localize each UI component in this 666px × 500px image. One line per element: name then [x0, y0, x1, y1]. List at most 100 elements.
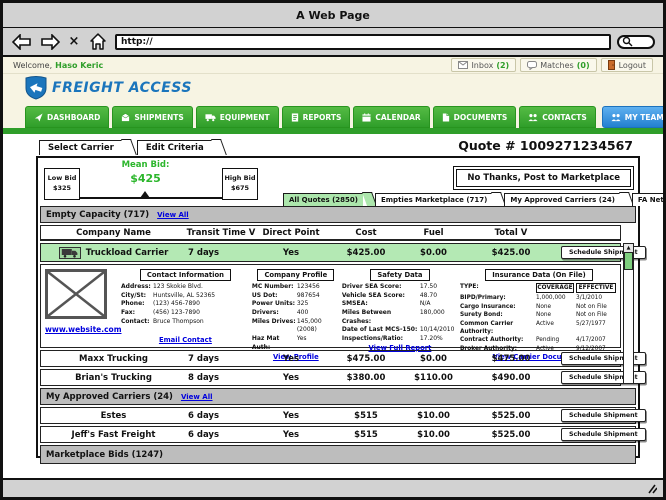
welcome-text: Welcome, — [13, 61, 52, 70]
inbox-button[interactable]: Inbox (2) — [451, 58, 516, 72]
mean-bid-label: Mean Bid: — [108, 160, 183, 170]
matches-count: (0) — [577, 61, 590, 70]
truck-icon — [59, 247, 81, 259]
insurance-label: Common Carrier Authority: — [460, 320, 536, 337]
post-to-marketplace-button[interactable]: No Thanks, Post to Marketplace — [453, 166, 634, 190]
nav-calendar[interactable]: CALENDAR — [353, 106, 429, 128]
quote-filter-tabs: All Quotes (2850) Empties Marketplace (7… — [283, 193, 666, 206]
insurance-coverage: 1,000,000 — [536, 294, 576, 302]
insurance-label: Contract Authority: — [460, 336, 536, 344]
carrier-cost: $380.00 — [326, 373, 406, 383]
low-bid-box: Low Bid $325 — [44, 168, 80, 200]
schedule-shipment-button[interactable]: Schedule Shipment — [561, 428, 646, 441]
col-fuel[interactable]: Fuel — [406, 228, 461, 238]
carrier-transit: 7 days — [186, 354, 256, 364]
tab-empties-marketplace[interactable]: Empties Marketplace (717) — [375, 193, 492, 206]
nav-my-team[interactable]: MY TEAM — [602, 106, 666, 128]
nav-contacts[interactable]: CONTACTS — [519, 106, 596, 128]
carrier-total: $475.00 — [461, 354, 561, 364]
logout-button[interactable]: Logout — [601, 58, 653, 72]
contact-value: (456) 123-7890 — [153, 309, 250, 318]
table-row-maxx-trucking[interactable]: Maxx Trucking 7 days Yes $475.00 $0.00 $… — [40, 350, 621, 367]
bid-slider-marker[interactable] — [140, 191, 150, 198]
matches-button[interactable]: Matches (0) — [520, 58, 596, 72]
url-input[interactable] — [115, 34, 611, 50]
col-transit-time[interactable]: Transit Time V — [186, 228, 256, 238]
tab-fa-network[interactable]: FA Network (1247) — [632, 193, 666, 206]
tab-my-approved-carriers[interactable]: My Approved Carriers (24) — [504, 193, 620, 206]
insurance-effective: Not on File — [576, 303, 618, 311]
carrier-cost: $515 — [326, 411, 406, 421]
nav-equipment-label: EQUIPMENT — [220, 113, 270, 122]
insurance-col-type: TYPE: — [460, 283, 534, 293]
nav-dashboard[interactable]: DASHBOARD — [25, 106, 109, 128]
scrollbar-thumb[interactable] — [624, 253, 633, 270]
scrollbar-up-icon[interactable]: ▲ — [624, 244, 633, 253]
table-header-row: Company Name Transit Time V Direct Point… — [40, 225, 621, 241]
col-direct-point[interactable]: Direct Point — [256, 228, 326, 238]
carrier-cost: $475.00 — [326, 354, 406, 364]
col-cost[interactable]: Cost — [326, 228, 406, 238]
nav-reports-label: REPORTS — [303, 113, 342, 122]
safety-label: Vehicle SEA Score: — [342, 292, 420, 301]
resize-handle-icon[interactable] — [645, 484, 657, 494]
insurance-label: Surety Bond: — [460, 311, 536, 319]
carrier-detail-panel: www.website.com Contact Information Addr… — [40, 264, 621, 348]
insurance-data-panel: Insurance Data (On File) TYPE: COVERAGE … — [460, 269, 618, 345]
bid-slider-track — [80, 197, 222, 199]
table-row-estes[interactable]: Estes 6 days Yes $515 $10.00 $525.00 Sch… — [40, 407, 636, 424]
table-row-truckload-carrier[interactable]: Truckload Carrier 7 days Yes $425.00 $0.… — [40, 243, 621, 262]
insurance-effective: 5/27/1977 — [576, 320, 618, 337]
nav-shipments[interactable]: SHIPMENTS — [112, 106, 192, 128]
insurance-label: BIPD/Primary: — [460, 294, 536, 302]
carrier-transit: 6 days — [186, 430, 256, 440]
safety-label: Inspections/Ratio: — [342, 335, 420, 344]
website-link[interactable]: www.website.com — [45, 325, 122, 334]
safety-data-title: Safety Data — [370, 269, 429, 281]
home-icon[interactable] — [87, 33, 109, 51]
tab-edit-criteria[interactable]: Edit Criteria — [137, 140, 212, 155]
vertical-scrollbar[interactable]: ▲ — [623, 243, 634, 384]
view-full-report-link[interactable]: View Full Report — [368, 344, 431, 353]
search-pill[interactable] — [617, 35, 655, 49]
empty-capacity-view-all-link[interactable]: View All — [157, 211, 189, 219]
nav-documents[interactable]: DOCUMENTS — [433, 106, 517, 128]
carrier-transit: 6 days — [186, 411, 256, 421]
stop-icon[interactable]: × — [67, 34, 81, 49]
carrier-direct: Yes — [256, 354, 326, 364]
nav-equipment[interactable]: EQUIPMENT — [196, 106, 279, 128]
back-icon[interactable] — [11, 33, 33, 51]
window-title: A Web Page — [296, 9, 370, 22]
carrier-fuel: $0.00 — [406, 354, 461, 364]
mean-bid-value: $425 — [108, 172, 183, 185]
contact-label: City/St: — [121, 292, 153, 301]
brand-shield-icon — [25, 76, 47, 100]
profile-label: Drivers: — [252, 309, 297, 318]
schedule-shipment-button[interactable]: Schedule Shipment — [561, 409, 646, 422]
page-tabs: Select Carrier Edit Criteria — [39, 140, 227, 155]
low-bid-value: $325 — [53, 184, 71, 194]
profile-label: US Dot: — [252, 292, 297, 301]
tab-select-carrier[interactable]: Select Carrier — [39, 140, 122, 155]
profile-label: Power Units: — [252, 300, 297, 309]
tab-all-quotes[interactable]: All Quotes (2850) — [283, 193, 363, 206]
table-row-brians-trucking[interactable]: Brian's Trucking 8 days Yes $380.00 $110… — [40, 369, 621, 386]
contact-information-title: Contact Information — [140, 269, 231, 281]
main-nav: DASHBOARD SHIPMENTS EQUIPMENT REPORTS CA… — [3, 102, 663, 128]
insurance-effective: Not on File — [576, 311, 618, 319]
email-contact-link[interactable]: Email Contact — [159, 336, 212, 345]
forward-icon[interactable] — [39, 33, 61, 51]
col-total[interactable]: Total V — [461, 228, 561, 238]
page-body: Welcome, Haso Keric Inbox (2) Matches (0… — [3, 57, 663, 486]
col-company-name[interactable]: Company Name — [41, 228, 186, 238]
approved-carriers-table: Estes 6 days Yes $515 $10.00 $525.00 Sch… — [40, 407, 636, 443]
nav-dashboard-label: DASHBOARD — [47, 113, 100, 122]
contact-label: Phone: — [121, 300, 153, 309]
carrier-name: Jeff's Fast Freight — [72, 430, 156, 440]
nav-reports[interactable]: REPORTS — [282, 106, 351, 128]
marketplace-bids-section-bar: Marketplace Bids (1247) — [40, 445, 636, 464]
approved-carriers-view-all-link[interactable]: View All — [181, 393, 213, 401]
table-row-jeffs-fast-freight[interactable]: Jeff's Fast Freight 6 days Yes $515 $10.… — [40, 426, 636, 443]
insurance-coverage: None — [536, 303, 576, 311]
dashboard-icon — [34, 113, 43, 122]
